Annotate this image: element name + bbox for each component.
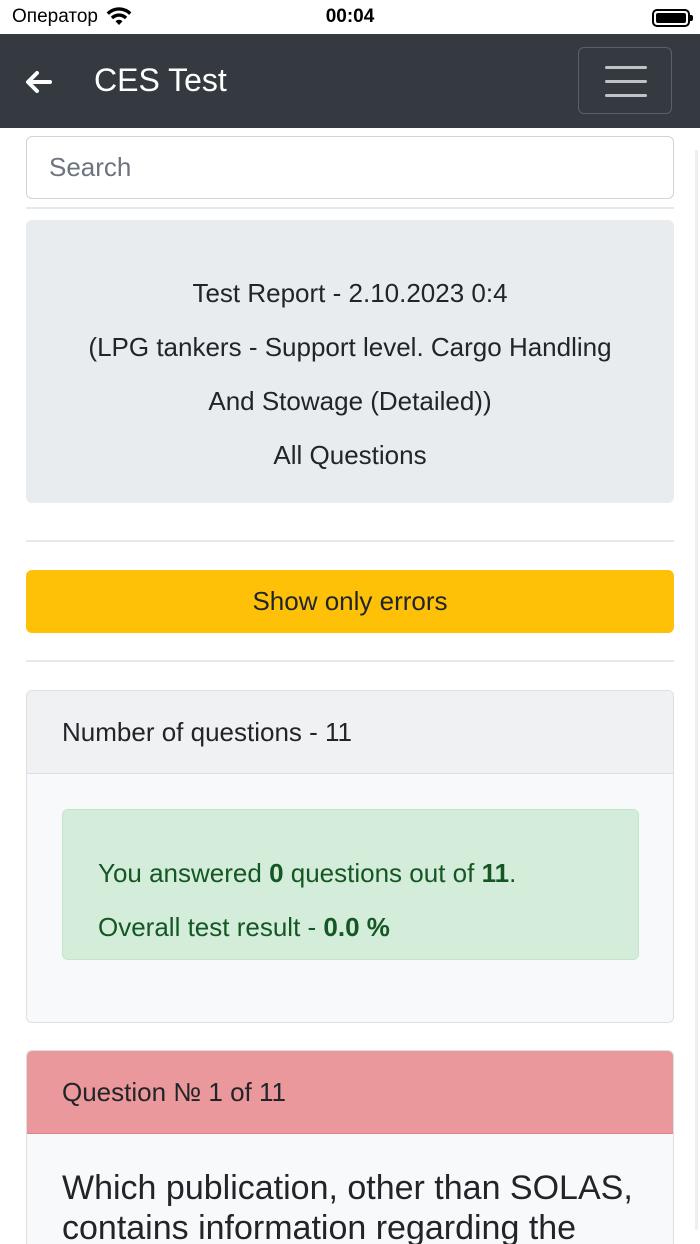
hamburger-menu-icon [605,80,647,83]
summary-card-header: Number of questions - 11 [27,691,673,774]
page-title: CES Test [94,62,227,98]
total-count: 11 [481,858,510,888]
show-only-errors-button[interactable]: Show only errors [26,570,674,633]
answered-count: 0 [269,858,284,888]
arrow-left-icon[interactable] [22,68,56,96]
answered-middle: questions out of [283,858,482,888]
menu-toggle-button[interactable] [578,47,672,114]
divider [26,540,674,542]
summary-card: Number of questions - 11 You answered 0 … [26,690,674,1023]
clock: 00:04 [325,6,375,27]
search-input[interactable] [26,136,674,199]
report-scope: All Questions [273,440,427,470]
divider [26,660,674,662]
result-value: 0.0 % [323,912,390,942]
answered-prefix: You answered [98,858,270,888]
result-prefix: Overall test result - [98,912,324,942]
question-card: Question № 1 of 11 Which publication, ot… [26,1050,674,1244]
report-course-line2: And Stowage (Detailed)) [208,386,492,416]
answered-suffix: . [509,858,517,888]
report-info-panel: Test Report - 2.10.2023 0:4 (LPG tankers… [26,220,674,503]
result-line: Overall test result - 0.0 % [98,900,603,954]
status-bar: Оператор 00:04 [0,0,700,34]
scrollbar[interactable] [695,150,698,1230]
question-text: Which publication, other than SOLAS, con… [62,1169,633,1244]
divider [26,207,674,209]
hamburger-menu-icon [605,66,647,69]
battery-icon [652,9,693,27]
result-alert: You answered 0 questions out of 11. Over… [62,809,639,960]
report-title: Test Report - 2.10.2023 0:4 [192,278,508,308]
hamburger-menu-icon [605,94,647,97]
navbar: CES Test [0,34,700,128]
answered-line: You answered 0 questions out of 11. [98,846,603,900]
report-course-line1: (LPG tankers - Support level. Cargo Hand… [88,332,612,362]
question-header: Question № 1 of 11 [27,1051,673,1134]
